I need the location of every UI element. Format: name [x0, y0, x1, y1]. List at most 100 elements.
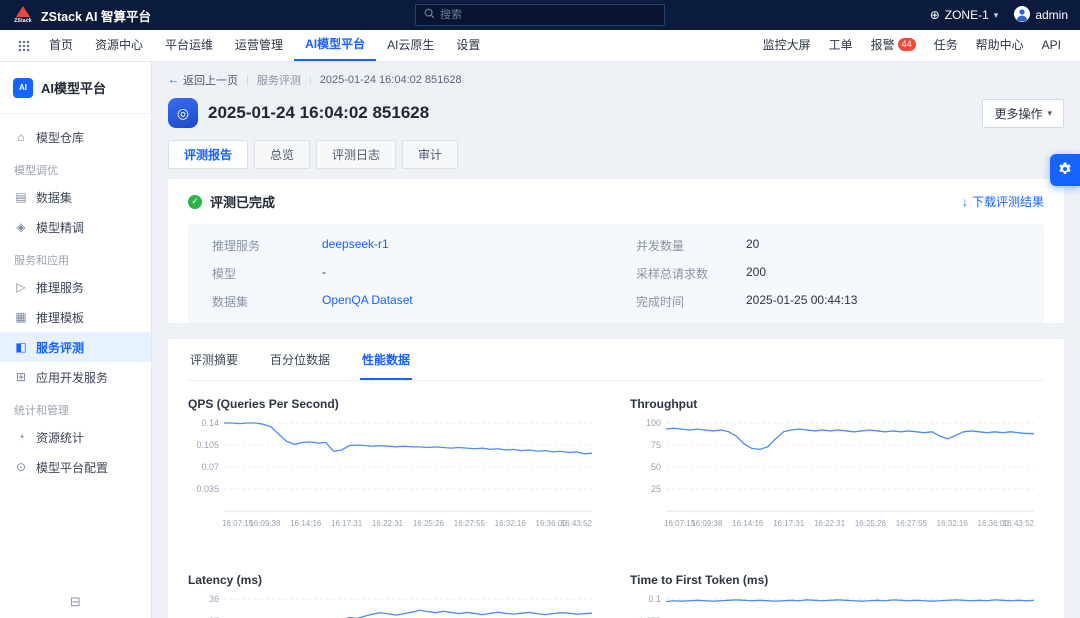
sidebar-group-service-app: 服务和应用	[0, 242, 151, 272]
field-dataset: 数据集 OpenQA Dataset	[212, 293, 596, 310]
nav-item-operation-mgmt[interactable]: 运营管理	[224, 31, 294, 60]
field-finish-time: 完成时间 2025-01-25 00:44:13	[636, 293, 1020, 310]
field-total-requests: 采样总请求数 200	[636, 265, 1020, 282]
svg-text:0.1: 0.1	[648, 594, 661, 604]
sidebar-item-inference-template[interactable]: ▦ 推理模板	[0, 302, 151, 332]
apps-grid-icon[interactable]	[10, 40, 38, 52]
sidebar-group-model-tuning: 模型调优	[0, 152, 151, 182]
nav-item-platform-ops[interactable]: 平台运维	[154, 31, 224, 60]
collapse-sidebar-button[interactable]: ⊟	[0, 586, 151, 618]
chart-canvas: 25507510016:07:1516:09:3816:14:1616:17:3…	[630, 415, 1044, 559]
primary-nav: 首页 资源中心 平台运维 运营管理 AI模型平台 AI云原生 设置 监控大屏 工…	[0, 30, 1080, 62]
resource-stats-icon: ◔	[14, 430, 28, 444]
sidebar-item-model-repo[interactable]: ⌂ 模型仓库	[0, 122, 151, 152]
sidebar: AI AI模型平台 ⌂ 模型仓库 模型调优 ▤ 数据集 ◈ 模型精调 服务和应用…	[0, 62, 152, 618]
collapse-sidebar-icon: ⊟	[70, 594, 81, 610]
sidebar-item-app-dev-service[interactable]: ⊞ 应用开发服务	[0, 362, 151, 392]
gear-icon	[1057, 161, 1073, 180]
svg-text:16:32:16: 16:32:16	[495, 519, 527, 528]
brand-title: ZStack AI 智算平台	[41, 6, 151, 25]
svg-text:16:43:52: 16:43:52	[561, 519, 593, 528]
ai-chip-icon: AI	[13, 78, 33, 98]
nav-item-ai-model-platform[interactable]: AI模型平台	[294, 30, 376, 61]
chart-canvas: 918273616:07:1516:09:3816:14:1616:17:311…	[188, 591, 602, 618]
svg-text:16:17:31: 16:17:31	[773, 519, 805, 528]
svg-text:16:14:16: 16:14:16	[290, 519, 322, 528]
sidebar-item-inference-service[interactable]: ▷ 推理服务	[0, 272, 151, 302]
svg-text:16:14:16: 16:14:16	[732, 519, 764, 528]
svg-text:16:22:31: 16:22:31	[814, 519, 846, 528]
field-inference-service: 推理服务 deepseek-r1	[212, 237, 596, 254]
global-search-input[interactable]	[440, 9, 656, 21]
zstack-logo: ZStack	[12, 3, 34, 27]
tab-overview[interactable]: 总览	[254, 140, 310, 169]
tab-performance-data[interactable]: 性能数据	[360, 339, 412, 380]
zone-label: ZONE-1	[945, 8, 989, 22]
more-actions-button[interactable]: 更多操作 ▾	[982, 99, 1064, 128]
report-card: 评测摘要 百分位数据 性能数据 QPS (Queries Per Second)…	[168, 339, 1064, 618]
inference-service-link[interactable]: deepseek-r1	[322, 237, 389, 254]
service-eval-badge-icon: ◎	[168, 98, 198, 128]
svg-text:25: 25	[651, 484, 661, 494]
tab-eval-report[interactable]: 评测报告	[168, 140, 248, 169]
svg-text:16:25:26: 16:25:26	[855, 519, 887, 528]
tab-percentile-data[interactable]: 百分位数据	[268, 339, 332, 380]
svg-text:100: 100	[646, 418, 661, 428]
floating-settings-button[interactable]	[1050, 154, 1080, 186]
tab-eval-log[interactable]: 评测日志	[316, 140, 396, 169]
download-results-link[interactable]: ↓ 下载评测结果	[962, 193, 1044, 210]
breadcrumb-separator: |	[246, 74, 249, 86]
nav-item-alarm[interactable]: 报警44	[862, 31, 925, 60]
sidebar-item-platform-config[interactable]: ⊙ 模型平台配置	[0, 452, 151, 482]
status-card: ✓ 评测已完成 ↓ 下载评测结果 推理服务 deepseek-r1 并发数量 2…	[168, 179, 1064, 323]
zone-selector[interactable]: ⊕ ZONE-1 ▾	[930, 8, 999, 22]
sidebar-item-dataset[interactable]: ▤ 数据集	[0, 182, 151, 212]
chart-title: Time to First Token (ms)	[630, 573, 1044, 587]
user-menu[interactable]: admin	[1014, 6, 1068, 25]
svg-text:0.105: 0.105	[196, 440, 219, 450]
sidebar-header: AI AI模型平台	[0, 62, 151, 114]
breadcrumb-separator: |	[309, 74, 312, 86]
nav-item-help-center[interactable]: 帮助中心	[967, 31, 1033, 60]
sidebar-item-service-eval[interactable]: ◧ 服务评测	[0, 332, 151, 362]
sidebar-group-stats-mgmt: 统计和管理	[0, 392, 151, 422]
chart-title: QPS (Queries Per Second)	[188, 397, 602, 411]
back-arrow-icon: ←	[168, 74, 179, 86]
zstack-logo-text: ZStack	[14, 18, 32, 24]
dataset-link[interactable]: OpenQA Dataset	[322, 293, 413, 310]
zstack-logo-triangle	[16, 6, 30, 17]
eval-info-grid: 推理服务 deepseek-r1 并发数量 20 模型 - 采样总请求数 200…	[188, 224, 1044, 323]
svg-text:36: 36	[209, 594, 219, 604]
breadcrumb: ← 返回上一页 | 服务评测 | 2025-01-24 16:04:02 851…	[168, 72, 1064, 88]
chart-qps: QPS (Queries Per Second) 0.0350.070.1050…	[188, 383, 602, 559]
nav-item-resource-center[interactable]: 资源中心	[84, 31, 154, 60]
nav-item-monitor-screen[interactable]: 监控大屏	[754, 31, 820, 60]
svg-text:16:17:31: 16:17:31	[331, 519, 363, 528]
status-text: 评测已完成	[210, 192, 275, 211]
chart-latency: Latency (ms) 918273616:07:1516:09:3816:1…	[188, 559, 602, 618]
nav-item-api[interactable]: API	[1033, 31, 1070, 60]
breadcrumb-item-service-eval[interactable]: 服务评测	[257, 72, 301, 88]
field-model: 模型 -	[212, 265, 596, 282]
field-concurrency: 并发数量 20	[636, 237, 1020, 254]
svg-text:16:09:38: 16:09:38	[691, 519, 723, 528]
nav-item-task[interactable]: 任务	[925, 31, 967, 60]
back-button[interactable]: ← 返回上一页	[168, 72, 238, 88]
nav-item-settings[interactable]: 设置	[445, 31, 491, 60]
tab-eval-summary[interactable]: 评测摘要	[188, 339, 240, 380]
chart-title: Throughput	[630, 397, 1044, 411]
globe-icon: ⊕	[930, 8, 940, 22]
global-search[interactable]	[415, 4, 665, 26]
tab-audit[interactable]: 审计	[402, 140, 458, 169]
sidebar-item-model-finetune[interactable]: ◈ 模型精调	[0, 212, 151, 242]
nav-item-home[interactable]: 首页	[38, 31, 84, 60]
sidebar-item-resource-stats[interactable]: ◔ 资源统计	[0, 422, 151, 452]
nav-item-ticket[interactable]: 工单	[820, 31, 862, 60]
username: admin	[1035, 8, 1068, 22]
service-eval-icon: ◧	[14, 340, 28, 354]
inference-service-icon: ▷	[14, 280, 28, 294]
svg-text:0.14: 0.14	[201, 418, 219, 428]
svg-text:16:22:31: 16:22:31	[372, 519, 404, 528]
nav-item-ai-cloud-native[interactable]: AI云原生	[376, 31, 445, 60]
platform-config-icon: ⊙	[14, 460, 28, 474]
